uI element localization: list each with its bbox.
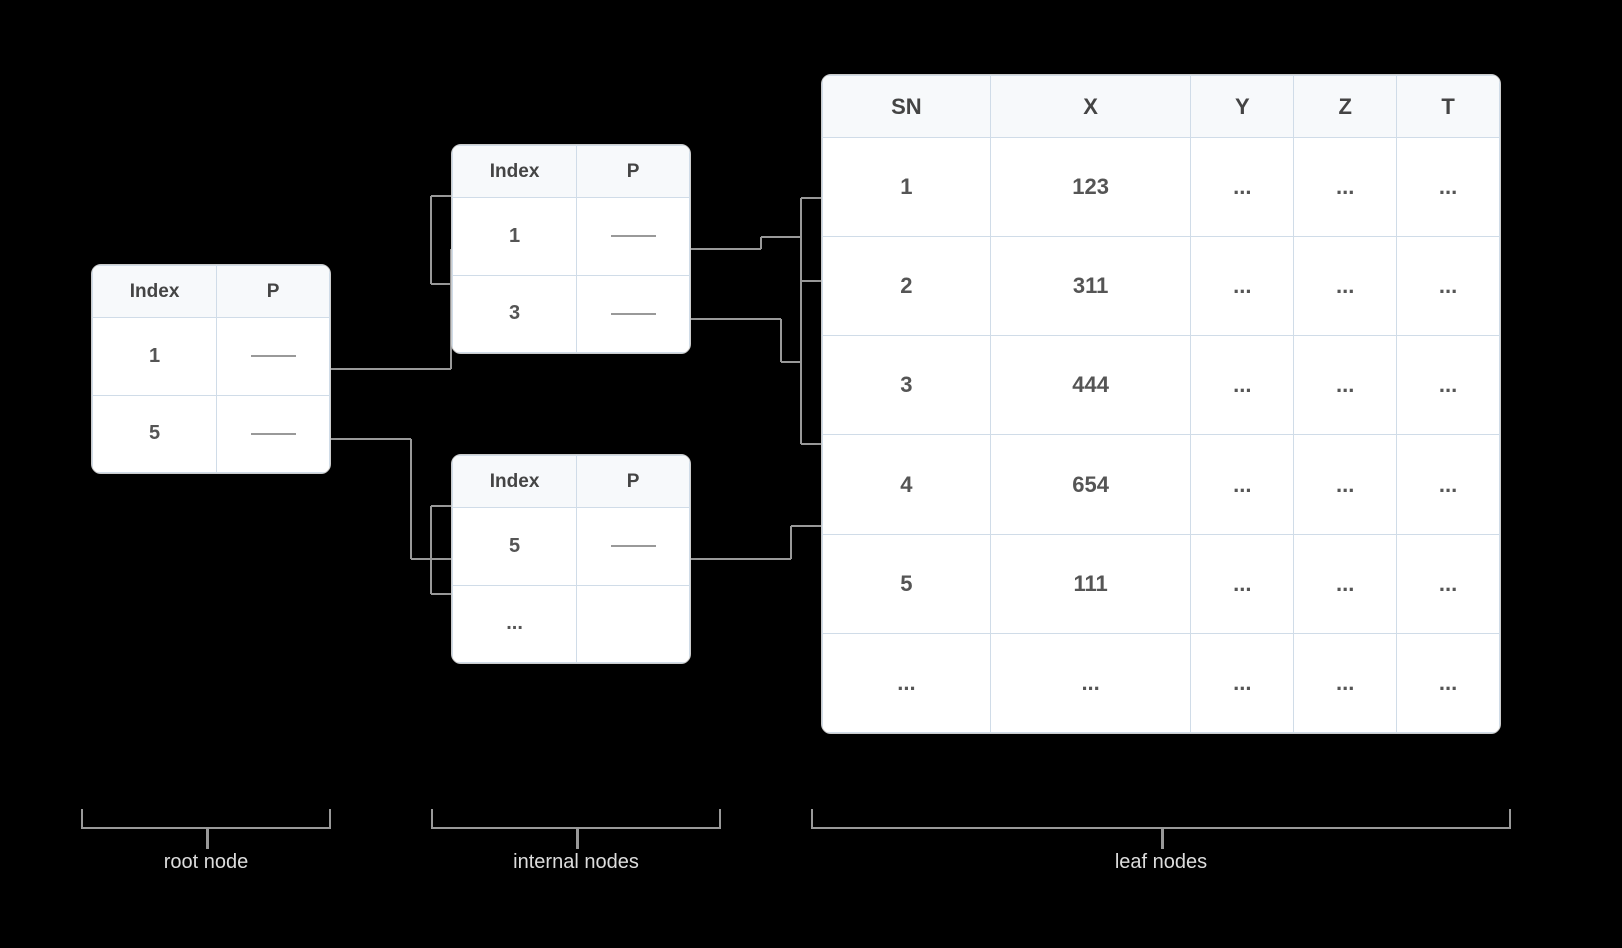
leaf-header-sn: SN	[823, 76, 991, 138]
internal-top-header-p: P	[577, 146, 690, 198]
leaf-r1-y: ...	[1191, 138, 1294, 237]
leaf-header-t: T	[1397, 76, 1500, 138]
internal-bottom-row2-index: ...	[453, 585, 577, 663]
leaf-r6-x: ...	[990, 633, 1191, 732]
leaf-node: SN X Y Z T 1 123 ... ... ...	[821, 74, 1501, 734]
leaf-r1-x: 123	[990, 138, 1191, 237]
bracket-internal-label: internal nodes	[421, 851, 731, 874]
pointer-line	[251, 355, 296, 357]
root-header-p: P	[217, 266, 330, 318]
table-row: 1	[93, 318, 330, 396]
leaf-r5-y: ...	[1191, 534, 1294, 633]
leaf-r2-y: ...	[1191, 237, 1294, 336]
bracket-internal-tick	[576, 829, 579, 849]
leaf-r5-x: 111	[990, 534, 1191, 633]
leaf-r3-sn: 3	[823, 336, 991, 435]
leaf-header-y: Y	[1191, 76, 1294, 138]
table-row: ... ... ... ... ...	[823, 633, 1500, 732]
leaf-r5-sn: 5	[823, 534, 991, 633]
internal-top-row2-pointer	[577, 275, 690, 353]
pointer-line	[611, 545, 656, 547]
leaf-r3-z: ...	[1294, 336, 1397, 435]
root-header-index: Index	[93, 266, 217, 318]
leaf-r5-t: ...	[1397, 534, 1500, 633]
table-row: 1 123 ... ... ...	[823, 138, 1500, 237]
leaf-r2-sn: 2	[823, 237, 991, 336]
table-row: 5	[453, 508, 690, 586]
internal-bottom-row2-p	[577, 585, 690, 663]
leaf-r4-z: ...	[1294, 435, 1397, 534]
leaf-r5-z: ...	[1294, 534, 1397, 633]
leaf-r2-t: ...	[1397, 237, 1500, 336]
root-row1-pointer	[217, 318, 330, 396]
table-row: 3	[453, 275, 690, 353]
diagram-container: Index P 1 5	[0, 0, 1622, 948]
leaf-r1-t: ...	[1397, 138, 1500, 237]
pointer-line	[611, 235, 656, 237]
internal-top-row1-index: 1	[453, 198, 577, 276]
table-row: ...	[453, 585, 690, 663]
bracket-root-label: root node	[71, 851, 341, 874]
leaf-r2-x: 311	[990, 237, 1191, 336]
bracket-leaf-label: leaf nodes	[801, 851, 1521, 874]
internal-bottom-row1-index: 5	[453, 508, 577, 586]
internal-bottom-header-index: Index	[453, 456, 577, 508]
bracket-root-tick	[206, 829, 209, 849]
table-row: 1	[453, 198, 690, 276]
internal-top-row1-pointer	[577, 198, 690, 276]
internal-node-top: Index P 1 3	[451, 144, 691, 354]
bracket-root-line	[81, 809, 331, 829]
leaf-r6-sn: ...	[823, 633, 991, 732]
bracket-leaf-line	[811, 809, 1511, 829]
diagram-inner: Index P 1 5	[61, 44, 1561, 904]
pointer-line	[251, 433, 296, 435]
root-row2-pointer	[217, 395, 330, 473]
leaf-r6-z: ...	[1294, 633, 1397, 732]
internal-bottom-row1-pointer	[577, 508, 690, 586]
leaf-r1-sn: 1	[823, 138, 991, 237]
leaf-r4-x: 654	[990, 435, 1191, 534]
table-row: 5 111 ... ... ...	[823, 534, 1500, 633]
pointer-line	[611, 313, 656, 315]
table-row: 3 444 ... ... ...	[823, 336, 1500, 435]
bracket-internal-line	[431, 809, 721, 829]
leaf-r3-y: ...	[1191, 336, 1294, 435]
internal-top-row2-index: 3	[453, 275, 577, 353]
root-node: Index P 1 5	[91, 264, 331, 474]
table-row: 5	[93, 395, 330, 473]
table-row: 4 654 ... ... ...	[823, 435, 1500, 534]
leaf-r2-z: ...	[1294, 237, 1397, 336]
root-row2-index: 5	[93, 395, 217, 473]
leaf-r6-t: ...	[1397, 633, 1500, 732]
internal-bottom-header-p: P	[577, 456, 690, 508]
root-row1-index: 1	[93, 318, 217, 396]
leaf-header-z: Z	[1294, 76, 1397, 138]
leaf-r4-y: ...	[1191, 435, 1294, 534]
leaf-r4-t: ...	[1397, 435, 1500, 534]
leaf-r6-y: ...	[1191, 633, 1294, 732]
table-row: 2 311 ... ... ...	[823, 237, 1500, 336]
leaf-r4-sn: 4	[823, 435, 991, 534]
internal-node-bottom: Index P 5 ...	[451, 454, 691, 664]
leaf-r1-z: ...	[1294, 138, 1397, 237]
internal-top-header-index: Index	[453, 146, 577, 198]
leaf-header-x: X	[990, 76, 1191, 138]
bracket-leaf-tick	[1161, 829, 1164, 849]
leaf-r3-t: ...	[1397, 336, 1500, 435]
leaf-r3-x: 444	[990, 336, 1191, 435]
